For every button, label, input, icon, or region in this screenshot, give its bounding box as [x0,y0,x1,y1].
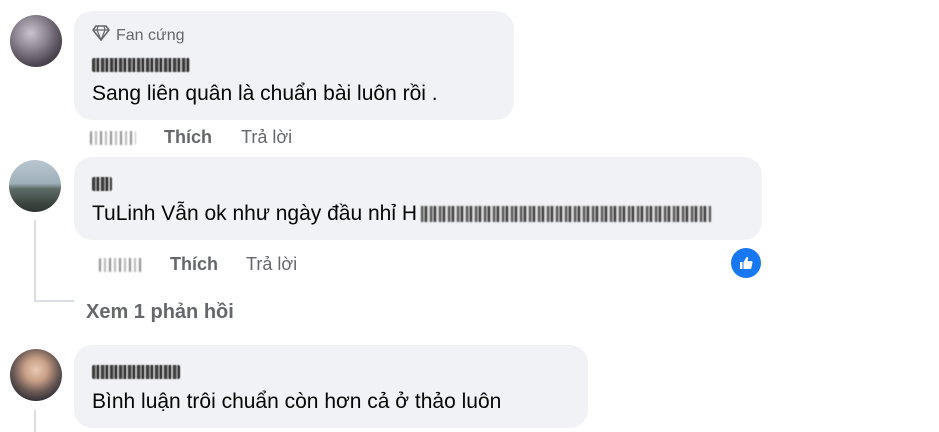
timestamp[interactable] [99,258,143,272]
avatar[interactable] [10,15,62,67]
thumbs-up-icon[interactable] [731,248,761,278]
avatar[interactable] [9,160,61,212]
comment-bubble [74,157,762,240]
like-button[interactable]: Thích [170,254,218,275]
tagged-names[interactable] [421,206,711,223]
diamond-icon [92,25,110,46]
avatar[interactable] [10,349,62,401]
thread-connector [34,410,36,432]
thread-connector [34,220,36,302]
comment-text: Sang liên quân là chuẩn bài luôn rồi . [92,82,438,105]
thread-connector [34,300,74,302]
comment-text-content: TuLinh Vẫn ok như ngày đầu nhỉ H [92,202,417,225]
author-name[interactable] [92,58,190,72]
like-button[interactable]: Thích [164,127,212,148]
reply-button[interactable]: Trả lời [241,127,292,148]
fan-badge: Fan cứng [92,25,185,46]
author-name[interactable] [92,365,180,379]
comment-text: Bình luận trôi chuẩn còn hơn cả ở thảo l… [92,390,502,413]
view-replies-link[interactable]: Xem 1 phản hồi [86,301,234,324]
timestamp[interactable] [90,131,136,145]
badge-label: Fan cứng [116,26,185,44]
author-name[interactable] [92,177,112,191]
reply-button[interactable]: Trả lời [246,254,297,275]
comment-text: TuLinh Vẫn ok như ngày đầu nhỉ H [92,202,711,226]
comment-bubble [74,345,588,428]
